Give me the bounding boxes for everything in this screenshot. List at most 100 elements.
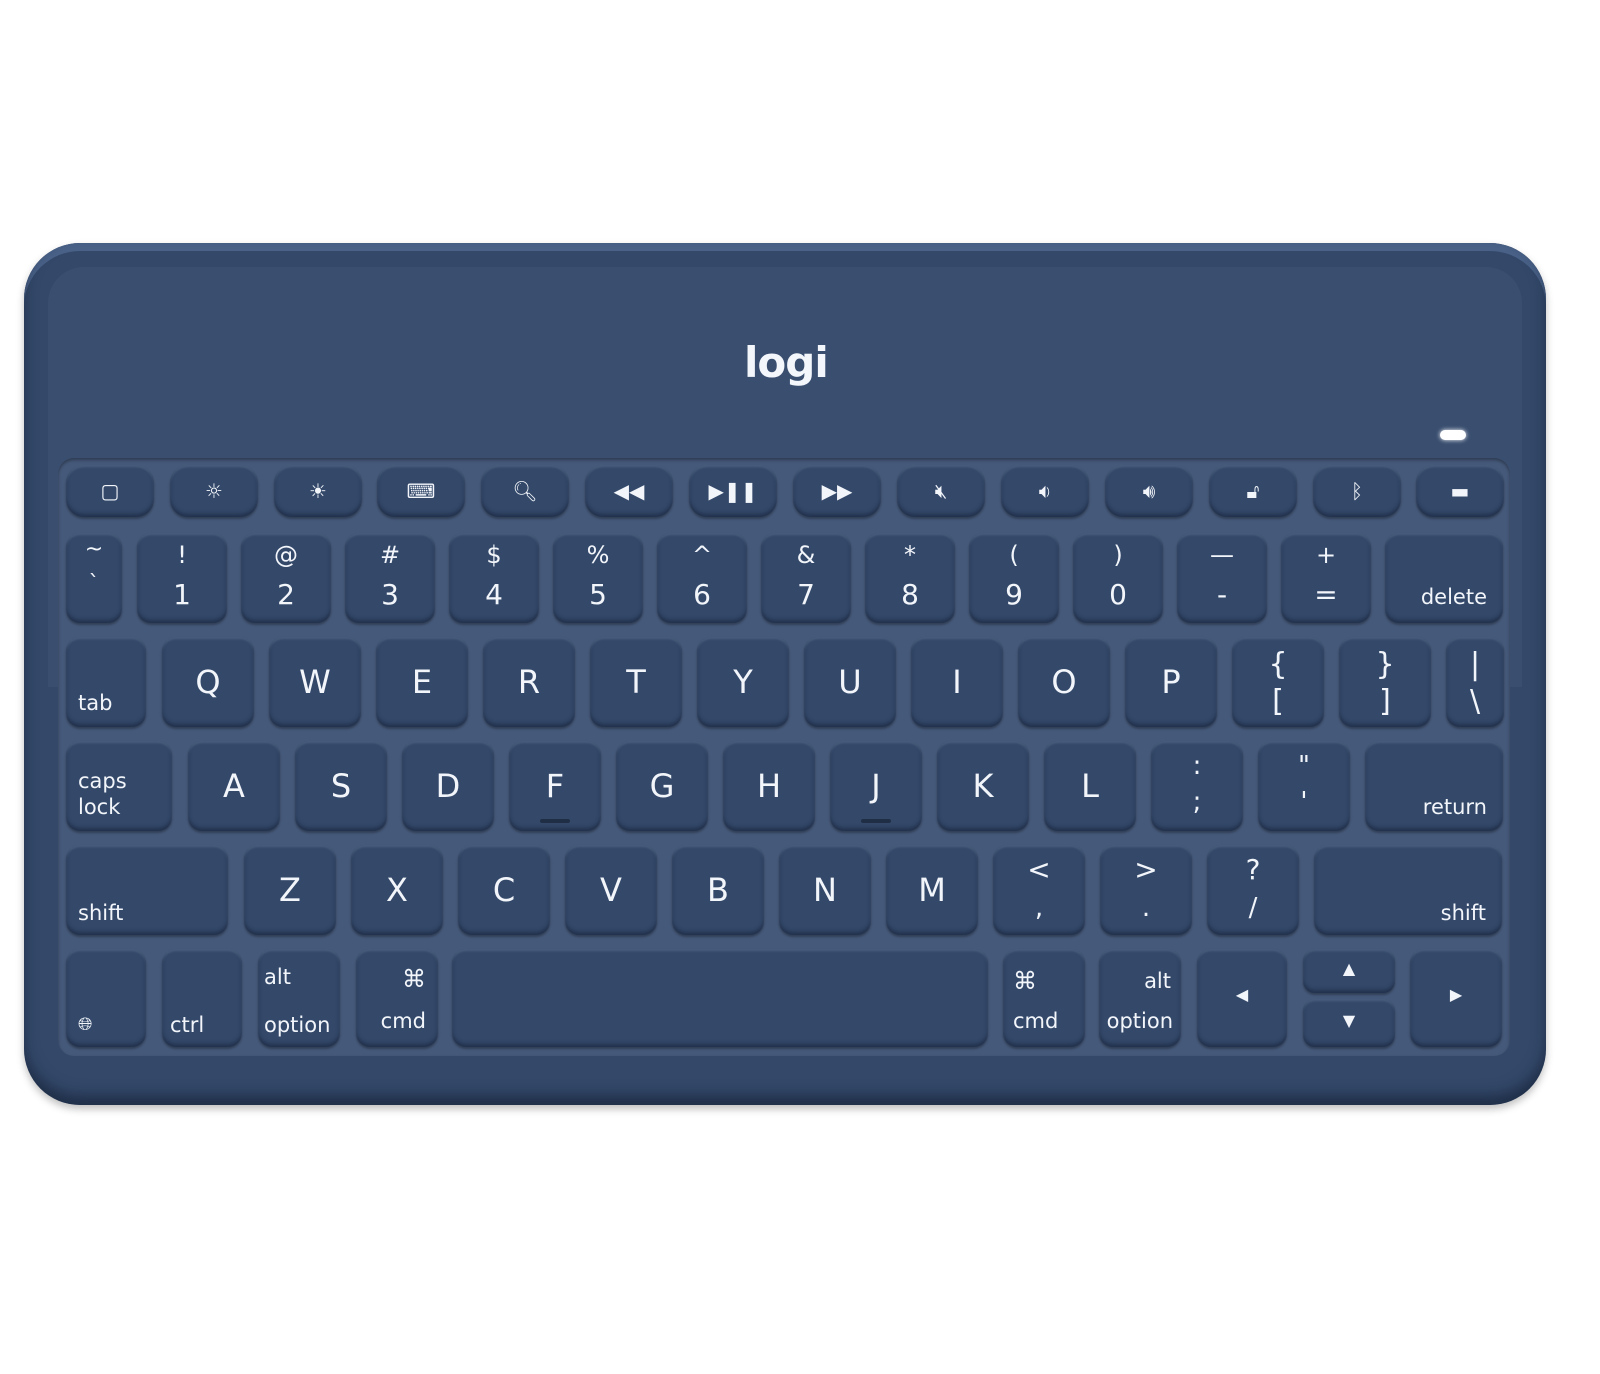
key-delete[interactable]: delete bbox=[1385, 533, 1503, 623]
fn-key-search[interactable]: 🔍︎ bbox=[481, 465, 569, 517]
keyboard-icon: ⌨ bbox=[406, 479, 436, 503]
fn-key-volume-down[interactable]: 🔉︎ bbox=[1001, 465, 1089, 517]
key-num-9[interactable]: (9 bbox=[969, 533, 1059, 623]
fn-key-bluetooth[interactable]: ᛒ bbox=[1313, 465, 1401, 517]
key-letter: J bbox=[871, 767, 881, 805]
key-sym-.[interactable]: >. bbox=[1100, 845, 1192, 935]
key-X[interactable]: X bbox=[351, 845, 443, 935]
key-num-0[interactable]: ) 0 bbox=[1073, 533, 1163, 623]
fn-key-fast-forward[interactable]: ▶▶ bbox=[793, 465, 881, 517]
fn-key-lock[interactable]: 🔓︎ bbox=[1209, 465, 1297, 517]
key-I[interactable]: I bbox=[911, 637, 1003, 727]
key-arrow-down[interactable]: ▼ bbox=[1303, 999, 1395, 1047]
key-M[interactable]: M bbox=[886, 845, 978, 935]
key-globe[interactable]: 🌐︎ bbox=[66, 949, 146, 1047]
key-R[interactable]: R bbox=[483, 637, 575, 727]
key-label-option: option bbox=[264, 1013, 331, 1037]
key-sym-[[interactable]: {[ bbox=[1232, 637, 1324, 727]
key-option-left[interactable]: alt option bbox=[258, 949, 340, 1047]
key-D[interactable]: D bbox=[402, 741, 494, 831]
key-L[interactable]: L bbox=[1044, 741, 1136, 831]
key-V[interactable]: V bbox=[565, 845, 657, 935]
key-sym-][interactable]: }] bbox=[1339, 637, 1431, 727]
key-num-3[interactable]: #3 bbox=[345, 533, 435, 623]
key-bottom-symbol: 0 bbox=[1109, 578, 1127, 611]
key-shift-right[interactable]: shift bbox=[1314, 845, 1502, 935]
arrow-right-icon: ▶ bbox=[1449, 985, 1463, 1004]
key-letter: V bbox=[600, 871, 622, 909]
key-num--[interactable]: — - bbox=[1177, 533, 1267, 623]
fn-key-battery[interactable]: ▬ bbox=[1416, 465, 1504, 517]
key-sym-,[interactable]: <, bbox=[993, 845, 1085, 935]
key-E[interactable]: E bbox=[376, 637, 468, 727]
key-G[interactable]: G bbox=[616, 741, 708, 831]
key-K[interactable]: K bbox=[937, 741, 1029, 831]
key-letter: W bbox=[299, 663, 331, 701]
key-P[interactable]: P bbox=[1125, 637, 1217, 727]
key-tab[interactable]: tab bbox=[66, 637, 146, 727]
key-Z[interactable]: Z bbox=[244, 845, 336, 935]
key-num-6[interactable]: ^ 6 bbox=[657, 533, 747, 623]
key-letter: N bbox=[813, 871, 837, 909]
key-letter: Y bbox=[733, 663, 753, 701]
key-T[interactable]: T bbox=[590, 637, 682, 727]
key-num-4[interactable]: $4 bbox=[449, 533, 539, 623]
key-num-7[interactable]: & 7 bbox=[761, 533, 851, 623]
key-sym-'[interactable]: " ' bbox=[1258, 741, 1350, 831]
fn-key-brightness-up[interactable]: ☀ bbox=[274, 465, 362, 517]
key-letter: T bbox=[626, 663, 646, 701]
key-arrow-up[interactable]: ▲ bbox=[1303, 949, 1395, 993]
key-N[interactable]: N bbox=[779, 845, 871, 935]
fn-key-home[interactable]: ▢ bbox=[66, 465, 154, 517]
key-sym-/[interactable]: ? / bbox=[1207, 845, 1299, 935]
fn-key-mute[interactable]: 🔇︎ bbox=[897, 465, 985, 517]
lock-icon: 🔓︎ bbox=[1246, 479, 1260, 503]
key-letter: D bbox=[435, 767, 461, 805]
key-num-2[interactable]: @2 bbox=[241, 533, 331, 623]
key-letter: L bbox=[1081, 767, 1099, 805]
key-num-`[interactable]: ~ ` bbox=[66, 533, 122, 623]
search-icon: 🔍︎ bbox=[512, 479, 538, 503]
key-bottom-symbol: [ bbox=[1272, 684, 1284, 719]
key-H[interactable]: H bbox=[723, 741, 815, 831]
fn-key-keyboard[interactable]: ⌨ bbox=[377, 465, 465, 517]
key-bottom-symbol: 3 bbox=[381, 578, 399, 611]
key-F[interactable]: F bbox=[509, 741, 601, 831]
fn-key-rewind[interactable]: ◀◀ bbox=[585, 465, 673, 517]
key-num-=[interactable]: + = bbox=[1281, 533, 1371, 623]
key-arrow-right[interactable]: ▶ bbox=[1410, 949, 1502, 1047]
key-top-symbol: ^ bbox=[691, 541, 713, 569]
key-label: tab bbox=[78, 691, 113, 715]
key-space[interactable] bbox=[452, 949, 988, 1047]
key-U[interactable]: U bbox=[804, 637, 896, 727]
key-ctrl[interactable]: ctrl bbox=[162, 949, 242, 1047]
key-W[interactable]: W bbox=[269, 637, 361, 727]
key-caps-lock[interactable]: caps lock bbox=[66, 741, 172, 831]
key-label: shift bbox=[78, 901, 124, 925]
key-C[interactable]: C bbox=[458, 845, 550, 935]
key-cmd-right[interactable]: ⌘ cmd bbox=[1003, 949, 1085, 1047]
key-option-right[interactable]: alt option bbox=[1099, 949, 1181, 1047]
key-A[interactable]: A bbox=[188, 741, 280, 831]
fn-key-volume-up[interactable]: 🔊︎ bbox=[1105, 465, 1193, 517]
fn-key-brightness-down[interactable]: ☼ bbox=[170, 465, 258, 517]
key-O[interactable]: O bbox=[1018, 637, 1110, 727]
key-letter: H bbox=[756, 767, 782, 805]
key-num-8[interactable]: * 8 bbox=[865, 533, 955, 623]
fn-key-play-pause[interactable]: ▶❚❚ bbox=[689, 465, 777, 517]
key-num-5[interactable]: % 5 bbox=[553, 533, 643, 623]
key-num-1[interactable]: ! 1 bbox=[137, 533, 227, 623]
key-shift-left[interactable]: shift bbox=[66, 845, 228, 935]
key-S[interactable]: S bbox=[295, 741, 387, 831]
key-return[interactable]: return bbox=[1365, 741, 1503, 831]
key-sym-\[interactable]: | \ bbox=[1446, 637, 1504, 727]
key-letter: Q bbox=[195, 663, 221, 701]
key-arrow-left[interactable]: ◀ bbox=[1197, 949, 1287, 1047]
key-J[interactable]: J bbox=[830, 741, 922, 831]
key-top-symbol: { bbox=[1268, 647, 1288, 682]
key-Y[interactable]: Y bbox=[697, 637, 789, 727]
key-cmd-left[interactable]: ⌘ cmd bbox=[356, 949, 438, 1047]
key-Q[interactable]: Q bbox=[162, 637, 254, 727]
key-sym-;[interactable]: :; bbox=[1151, 741, 1243, 831]
key-B[interactable]: B bbox=[672, 845, 764, 935]
